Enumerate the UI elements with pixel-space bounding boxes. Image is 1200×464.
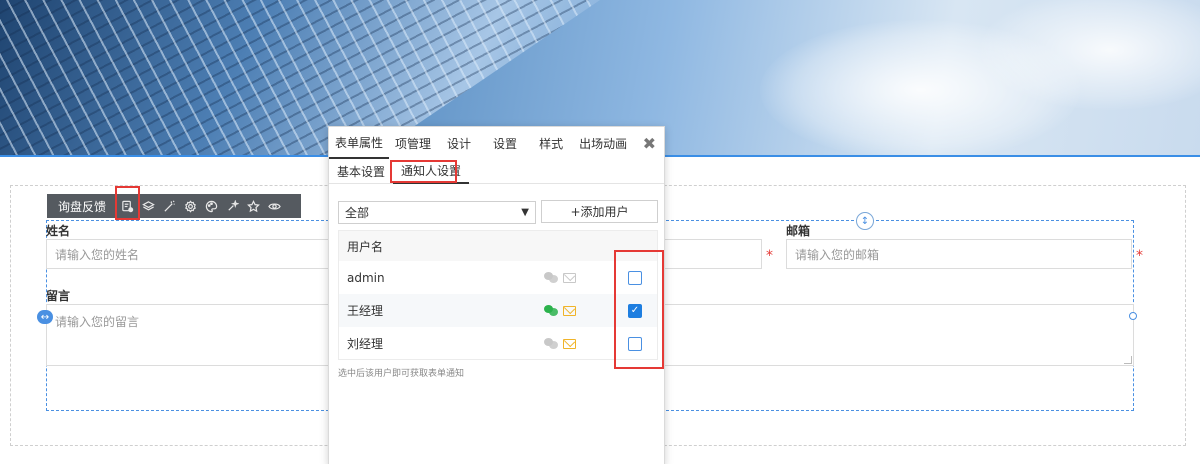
table-row: admin (339, 261, 657, 294)
module-toolbar: 询盘反馈 (47, 194, 301, 218)
vertical-resize-handle-icon[interactable]: ↕ (856, 212, 874, 230)
user-name: 刘经理 (347, 337, 384, 351)
user-table: 用户名 admin 王经理 ✓ 刘经理 (338, 230, 658, 360)
email-input[interactable]: 请输入您的邮箱 (786, 239, 1132, 269)
chevron-down-icon: ▼ (521, 207, 529, 218)
animation-sparkle-icon[interactable] (222, 196, 242, 216)
module-title: 询盘反馈 (57, 199, 106, 214)
email-label: 邮箱 (786, 224, 811, 238)
user-filter-select[interactable]: 全部 ▼ (338, 201, 536, 224)
table-row: 王经理 ✓ (339, 294, 657, 327)
tab-settings[interactable]: 设置 (481, 127, 529, 159)
star-icon[interactable] (243, 196, 263, 216)
sub-tabs: 基本设置 通知人设置 (329, 159, 664, 184)
highlight-box (614, 250, 664, 369)
column-username: 用户名 (347, 239, 384, 254)
email-placeholder: 请输入您的邮箱 (795, 247, 880, 262)
close-icon[interactable]: ✖ (643, 134, 656, 153)
highlight-box (115, 186, 140, 220)
settings-gear-icon[interactable] (180, 196, 200, 216)
eye-preview-icon[interactable] (264, 196, 284, 216)
horizontal-resize-handle-icon[interactable]: ↔ (37, 310, 53, 324)
mail-icon (563, 305, 576, 316)
user-name: 王经理 (347, 304, 384, 318)
layers-icon[interactable] (138, 196, 158, 216)
tab-design[interactable]: 设计 (437, 127, 481, 159)
wechat-icon (544, 272, 558, 283)
palette-icon[interactable] (201, 196, 221, 216)
highlight-box (390, 160, 457, 183)
add-user-button[interactable]: +添加用户 (541, 200, 658, 223)
user-filter-value: 全部 (345, 206, 370, 220)
user-name: admin (347, 270, 385, 285)
wechat-icon (544, 338, 558, 349)
page: 询盘反馈 姓名 请输入您的姓名 * 邮箱 请输入您的邮箱 * 留言 请输入您的留… (0, 0, 1200, 464)
message-label: 留言 (46, 289, 71, 303)
panel-tabs: 表单属性 项管理 设计 设置 样式 出场动画 (329, 127, 664, 159)
tab-entrance-animation[interactable]: 出场动画 (573, 127, 633, 159)
resize-handle[interactable] (1129, 312, 1137, 320)
tab-style[interactable]: 样式 (529, 127, 573, 159)
tab-item-management[interactable]: 项管理 (389, 127, 437, 159)
table-row: 刘经理 (339, 327, 657, 360)
message-placeholder: 请输入您的留言 (55, 315, 140, 329)
tab-form-properties[interactable]: 表单属性 (329, 127, 390, 159)
table-header: 用户名 (339, 231, 657, 261)
required-mark: * (766, 248, 773, 264)
magic-wand-icon[interactable] (159, 196, 179, 216)
subtab-basic-settings[interactable]: 基本设置 (329, 159, 393, 184)
mail-icon (563, 338, 576, 349)
required-mark: * (1136, 248, 1143, 264)
wechat-icon (544, 305, 558, 316)
form-properties-panel: 表单属性 项管理 设计 设置 样式 出场动画 ✖ 基本设置 通知人设置 全部 ▼… (328, 126, 665, 464)
name-placeholder: 请输入您的姓名 (55, 247, 140, 262)
mail-icon (563, 272, 576, 283)
notify-hint: 选中后该用户即可获取表单通知 (338, 369, 465, 379)
resize-grip[interactable] (1124, 356, 1132, 364)
name-label: 姓名 (46, 224, 71, 238)
